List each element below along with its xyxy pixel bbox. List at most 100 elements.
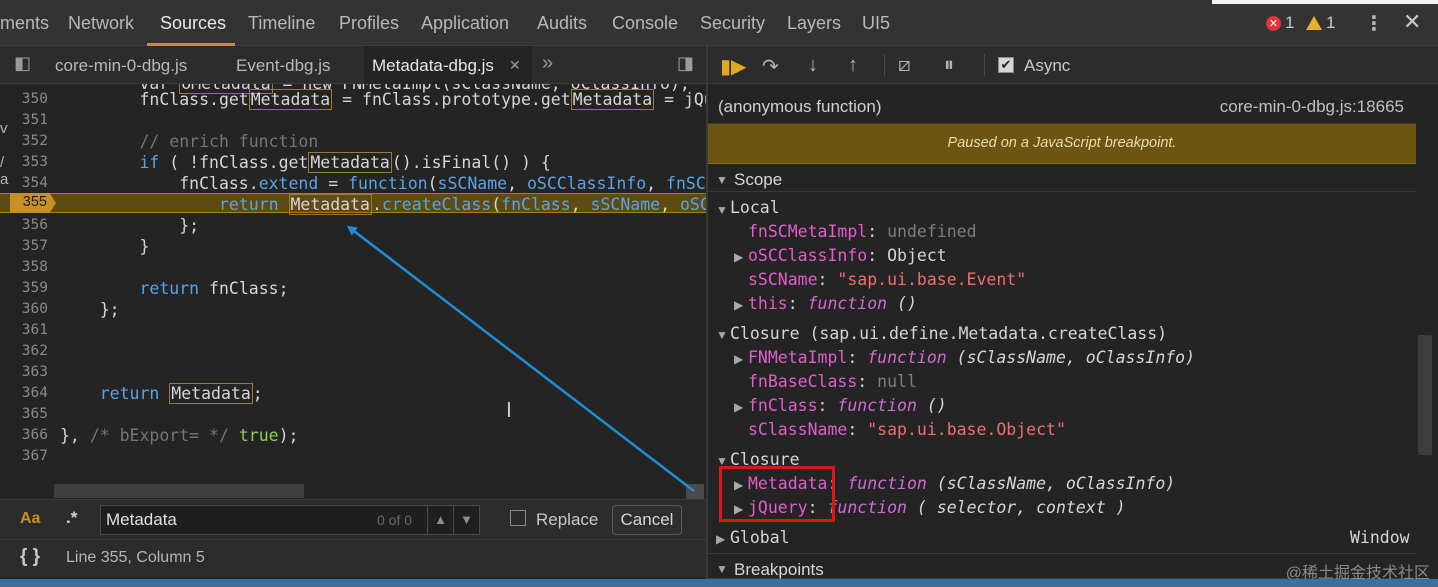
tab-security[interactable]: Security [700,13,765,34]
call-frame-location[interactable]: core-min-0-dbg.js:18665 [1220,97,1404,117]
debugger-toolbar: ▮▶ ↷ ↓ ↑ ⧄ ⏸ ✔ Async [708,46,1438,84]
step-over-icon[interactable]: ↷ [762,54,779,79]
line-number[interactable]: 360 [0,301,48,317]
code-text: // enrich function [60,132,319,151]
tab-elements[interactable]: ments [0,13,49,34]
code-text: }; [60,216,200,235]
scope-local-title[interactable]: Local [730,198,780,217]
code-line: 367 [0,446,706,467]
expand-triangle-icon[interactable]: ▶ [734,352,743,366]
scope-global-title[interactable]: Global [730,528,790,547]
search-prev-button[interactable]: ▲ [427,506,453,534]
error-count-value: 1 [1285,13,1295,32]
more-tabs-icon[interactable]: » [542,52,553,75]
search-next-button[interactable]: ▼ [453,506,479,534]
more-options-icon[interactable]: ⋮ [1364,11,1384,36]
error-icon: ✕ [1266,15,1281,31]
step-out-icon[interactable]: ↑ [848,54,858,77]
error-count[interactable]: ✕ 1 [1266,13,1294,33]
tab-sources[interactable]: Sources [160,13,226,34]
code-text: fnClass.get Metadata = fnClass.prototype.… [60,89,706,110]
deactivate-breakpoints-icon[interactable]: ⧄ [898,54,911,77]
async-checkbox[interactable]: ✔ [998,57,1014,73]
line-number[interactable]: 366 [0,427,48,443]
pretty-print-icon[interactable]: { } [20,546,40,568]
scope-global-value: Window [1350,528,1410,547]
line-number[interactable]: 362 [0,343,48,359]
code-text: } [60,237,150,256]
code-text: return fnClass; [139,279,289,298]
resume-icon[interactable]: ▮▶ [720,54,746,79]
close-tab-icon[interactable]: ✕ [509,57,521,74]
scope-closure-title[interactable]: Closure (sap.ui.define.Metadata.createCl… [730,324,1167,343]
line-number[interactable]: 361 [0,322,48,338]
code-text: return Metadata; [99,383,263,404]
scope-section-header[interactable]: ▼ Scope [708,166,1416,192]
tab-profiles[interactable]: Profiles [339,13,399,34]
scope-property[interactable]: fnClass: function () [748,396,947,415]
warning-icon [1306,16,1322,30]
replace-checkbox[interactable] [510,510,526,526]
cursor-position: Line 355, Column 5 [66,549,205,566]
code-line: 351 [0,110,706,131]
search-bar: Aa .* 0 of 0 ▲ ▼ Replace Cancel [0,499,706,539]
tab-timeline[interactable]: Timeline [248,13,315,34]
tab-audits[interactable]: Audits [537,13,587,34]
cancel-button[interactable]: Cancel [612,505,682,535]
line-number[interactable]: 358 [0,259,48,275]
search-input[interactable] [106,506,366,534]
code-line: 354 fnClass.extend = function(sSCName, o… [0,173,706,194]
warning-count[interactable]: 1 [1306,13,1335,33]
tab-console[interactable]: Console [612,13,678,34]
tab-network[interactable]: Network [68,13,134,34]
regex-toggle[interactable]: .* [66,508,77,528]
expand-triangle-icon[interactable]: ▶ [734,250,743,264]
expand-triangle-icon[interactable]: ▼ [716,203,728,217]
line-number[interactable]: 350 [0,91,48,107]
horizontal-scrollbar[interactable] [54,484,304,498]
call-stack-frame[interactable]: (anonymous function) core-min-0-dbg.js:1… [708,84,1416,124]
file-tab-event-dbg[interactable]: Event-dbg.js [236,56,331,76]
scope-property[interactable]: oSCClassInfo: Object [748,246,947,265]
code-text: fnClass.extend = function(sSCName, oSCCl… [60,174,706,193]
code-line: 358 [0,257,706,278]
scope-scrollbar[interactable] [1418,335,1432,455]
scope-property[interactable]: FNMetaImpl: function (sClassName, oClass… [748,348,1195,367]
paused-message: Paused on a JavaScript breakpoint. [947,135,1177,151]
expand-triangle-icon[interactable]: ▶ [734,298,743,312]
line-number[interactable]: 357 [0,238,48,254]
file-tab-metadata-dbg[interactable]: Metadata-dbg.js [372,56,494,76]
scope-property: sSCName: "sap.ui.base.Event" [748,270,1027,289]
code-editor[interactable]: var oMetadata = new FNMetaImpl(sClassNam… [0,84,706,494]
tab-ui5[interactable]: UI5 [862,13,890,34]
line-number[interactable]: 367 [0,448,48,464]
match-case-toggle[interactable]: Aa [20,510,40,528]
code-line: 362 [0,341,706,362]
file-tab-core-min[interactable]: core-min-0-dbg.js [55,56,187,76]
close-icon[interactable]: ✕ [1403,9,1421,35]
line-number[interactable]: 364 [0,385,48,401]
code-text: return Metadata .createClass(fnClass, sSC… [218,194,706,215]
line-number[interactable]: 365 [0,406,48,422]
scope-property[interactable]: this: function () [748,294,917,313]
breakpoints-title: Breakpoints [734,560,824,579]
expand-triangle-icon[interactable]: ▼ [716,328,728,342]
line-number[interactable]: 356 [0,217,48,233]
toggle-navigator-icon[interactable]: ◧ [14,53,31,74]
search-match-count: 0 of 0 [377,512,413,528]
line-number[interactable]: 359 [0,280,48,296]
tab-application[interactable]: Application [421,13,509,34]
toggle-debugger-icon[interactable]: ◨ [677,53,694,74]
scope-property: sClassName: "sap.ui.base.Object" [748,420,1066,439]
file-tabbar: ◧ core-min-0-dbg.js Event-dbg.js Metadat… [0,46,706,84]
expand-triangle-icon[interactable]: ▶ [734,400,743,414]
code-line: 352 // enrich function [0,131,706,152]
async-label: Async [1024,56,1071,75]
line-number[interactable]: 363 [0,364,48,380]
step-into-icon[interactable]: ↓ [808,54,818,77]
pause-on-exceptions-icon[interactable]: ⏸ [944,54,954,77]
code-text: if ( !fnClass.get Metadata ().isFinal() ) … [139,152,551,173]
toolbar-separator [884,54,885,76]
expand-triangle-icon[interactable]: ▶ [716,532,725,546]
tab-layers[interactable]: Layers [787,13,841,34]
